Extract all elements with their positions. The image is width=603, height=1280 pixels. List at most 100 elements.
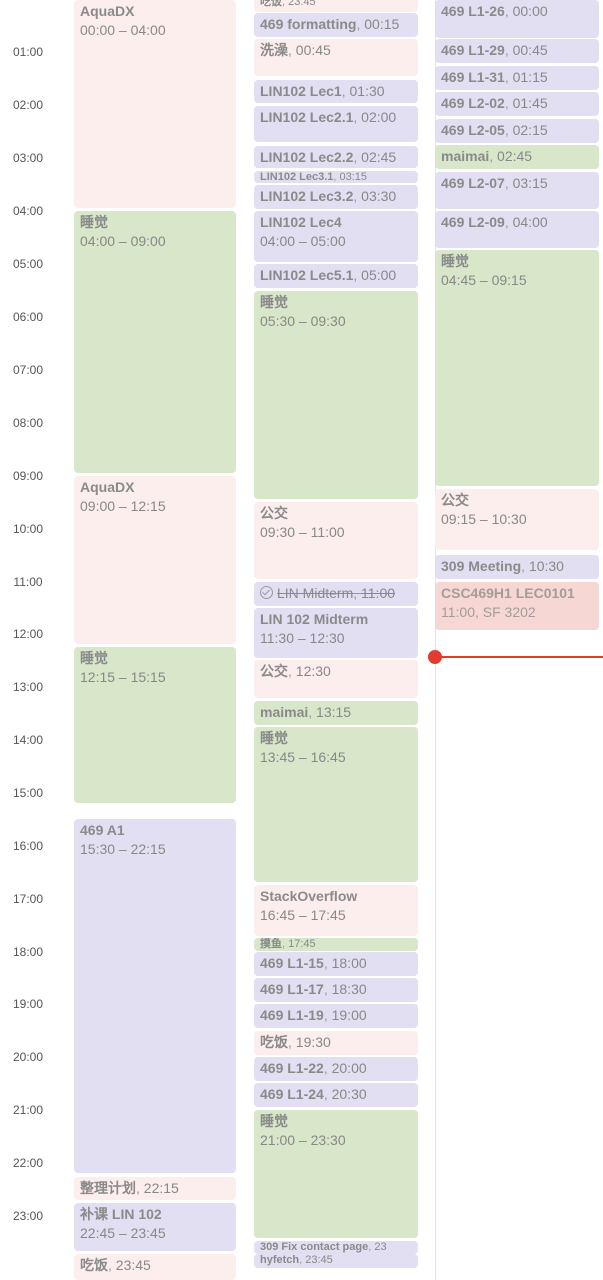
event-time: 09:15 – 10:30 <box>441 511 527 527</box>
calendar-event[interactable]: LIN102 Lec4 04:00 – 05:00 <box>254 211 418 262</box>
event-title: LIN102 Lec3.1 <box>260 171 334 183</box>
calendar-event[interactable]: AquaDX 09:00 – 12:15 <box>74 476 236 644</box>
event-time: 00:15 <box>364 16 400 32</box>
event-time: 05:00 <box>361 267 397 283</box>
event-time: 16:45 – 17:45 <box>260 907 346 923</box>
event-time: 03:30 <box>361 188 397 204</box>
event-title: 公交 <box>441 492 469 508</box>
calendar-event[interactable]: 469 L1-26, 00:00 <box>435 0 599 38</box>
calendar-event[interactable]: 469 formatting, 00:15 <box>254 13 418 37</box>
event-title: 469 L1-15 <box>260 955 324 971</box>
calendar-event[interactable]: maimai, 13:15 <box>254 701 418 725</box>
event-title: 469 L1-24 <box>260 1086 324 1102</box>
calendar-event[interactable]: 吃饭, 23:45 <box>74 1254 236 1280</box>
event-title: 睡觉 <box>80 214 108 230</box>
calendar-event[interactable]: CSC469H1 LEC0101 11:00, SF 3202 <box>435 582 599 630</box>
hour-label: 16:00 <box>12 839 44 853</box>
event-time: 04:00 – 09:00 <box>80 233 166 249</box>
hour-label: 14:00 <box>12 733 44 747</box>
event-title: 469 L1-26 <box>441 3 505 19</box>
calendar-event[interactable]: 公交, 12:30 <box>254 660 418 698</box>
event-title: AquaDX <box>80 3 135 19</box>
hour-label: 10:00 <box>12 522 44 536</box>
hour-label: 03:00 <box>12 151 44 165</box>
event-time: 03:15 <box>512 175 548 191</box>
event-time: 03:15 <box>339 171 368 183</box>
calendar-event[interactable]: maimai, 02:45 <box>435 145 599 169</box>
event-time: 11:00 <box>361 585 396 601</box>
calendar-event[interactable]: LIN 102 Midterm 11:30 – 12:30 <box>254 608 418 658</box>
event-time: 00:00 – 04:00 <box>80 22 166 38</box>
event-title: 洗澡 <box>260 42 288 58</box>
calendar-event[interactable]: LIN102 Lec3.1, 03:15 <box>254 171 418 183</box>
calendar-event[interactable]: LIN102 Lec2.2, 02:45 <box>254 146 418 168</box>
event-time: 20:00 <box>331 1060 367 1076</box>
calendar-event[interactable]: 469 L1-31, 01:15 <box>435 66 599 90</box>
event-title: hyfetch <box>260 1254 300 1266</box>
calendar-event[interactable]: 睡觉 04:45 – 09:15 <box>435 250 599 486</box>
calendar-event[interactable]: 469 L1-29, 00:45 <box>435 39 599 63</box>
event-title: LIN102 Lec4 <box>260 214 342 230</box>
calendar-event[interactable]: LIN102 Lec1, 01:30 <box>254 80 418 103</box>
event-title: 469 L2-09 <box>441 214 505 230</box>
event-time: 20:30 <box>331 1086 367 1102</box>
calendar-event[interactable]: 睡觉 05:30 – 09:30 <box>254 291 418 499</box>
event-time: 11:30 – 12:30 <box>260 630 345 646</box>
calendar-event[interactable]: 吃饭, 23:45 <box>254 0 418 12</box>
calendar-event[interactable]: 469 L2-09, 04:00 <box>435 211 599 248</box>
calendar-event[interactable]: LIN102 Lec5.1, 05:00 <box>254 264 418 288</box>
event-time: 12:30 <box>295 663 331 679</box>
event-time: 02:45 <box>361 149 397 165</box>
event-time: 01:15 <box>512 69 548 85</box>
calendar-event[interactable]: 摸鱼, 17:45 <box>254 938 418 951</box>
calendar-event[interactable]: 吃饭, 19:30 <box>254 1031 418 1055</box>
hour-label: 11:00 <box>13 575 43 589</box>
calendar-event[interactable]: 公交 09:30 – 11:00 <box>254 502 418 579</box>
calendar-event[interactable]: 469 L2-07, 03:15 <box>435 172 599 209</box>
event-title: StackOverflow <box>260 888 358 904</box>
calendar-timeline[interactable]: 01:00 02:00 03:00 04:00 05:00 06:00 07:00 08:00… <box>0 0 603 1280</box>
event-title: 摸鱼 <box>260 938 282 950</box>
calendar-event[interactable]: 睡觉 13:45 – 16:45 <box>254 727 418 882</box>
calendar-event[interactable]: 469 L1-17, 18:30 <box>254 978 418 1002</box>
event-time: 23:45 <box>288 0 316 8</box>
event-time: 04:00 <box>512 214 548 230</box>
event-time: 02:45 <box>497 148 533 164</box>
calendar-event[interactable]: hyfetch, 23:45 <box>254 1254 418 1268</box>
calendar-event[interactable]: LIN Midterm, 11:00 <box>254 582 418 606</box>
event-time: 00:45 <box>512 42 548 58</box>
event-time: 19:30 <box>295 1034 331 1050</box>
calendar-event[interactable]: 469 L2-05, 02:15 <box>435 119 599 143</box>
calendar-event[interactable]: 469 L1-19, 19:00 <box>254 1004 418 1028</box>
calendar-event[interactable]: 469 L1-22, 20:00 <box>254 1057 418 1081</box>
event-time: 18:30 <box>331 981 367 997</box>
calendar-event[interactable]: 睡觉 04:00 – 09:00 <box>74 211 236 473</box>
calendar-event[interactable]: 469 A1 15:30 – 22:15 <box>74 819 236 1173</box>
event-title: LIN102 Lec2.1 <box>260 109 354 125</box>
event-title: 469 formatting <box>260 16 357 32</box>
calendar-event[interactable]: AquaDX 00:00 – 04:00 <box>74 0 236 208</box>
hour-label: 13:00 <box>12 680 44 694</box>
calendar-event[interactable]: LIN102 Lec2.1, 02:00 <box>254 106 418 142</box>
event-title: 469 A1 <box>80 822 125 838</box>
calendar-event[interactable]: 309 Fix contact page, 23 <box>254 1241 418 1254</box>
event-time: 22:45 – 23:45 <box>80 1225 166 1241</box>
event-title: 睡觉 <box>441 253 469 269</box>
calendar-event[interactable]: 洗澡, 00:45 <box>254 39 418 76</box>
calendar-event[interactable]: StackOverflow 16:45 – 17:45 <box>254 885 418 936</box>
current-time-line <box>436 656 603 658</box>
event-title: 吃饭 <box>260 1034 288 1050</box>
calendar-event[interactable]: 整理计划, 22:15 <box>74 1177 236 1200</box>
calendar-event[interactable]: 469 L1-15, 18:00 <box>254 952 418 976</box>
calendar-event[interactable]: 309 Meeting, 10:30 <box>435 555 599 579</box>
calendar-event[interactable]: LIN102 Lec3.2, 03:30 <box>254 185 418 209</box>
event-time: 19:00 <box>331 1007 367 1023</box>
calendar-event[interactable]: 睡觉 21:00 – 23:30 <box>254 1110 418 1238</box>
calendar-event[interactable]: 公交 09:15 – 10:30 <box>435 489 599 550</box>
calendar-event[interactable]: 补课 LIN 102 22:45 – 23:45 <box>74 1203 236 1251</box>
calendar-event[interactable]: 469 L2-02, 01:45 <box>435 92 599 116</box>
calendar-event[interactable]: 睡觉 12:15 – 15:15 <box>74 647 236 803</box>
event-time: 23 <box>374 1241 387 1253</box>
calendar-event[interactable]: 469 L1-24, 20:30 <box>254 1083 418 1107</box>
event-time: 22:15 <box>143 1180 179 1196</box>
